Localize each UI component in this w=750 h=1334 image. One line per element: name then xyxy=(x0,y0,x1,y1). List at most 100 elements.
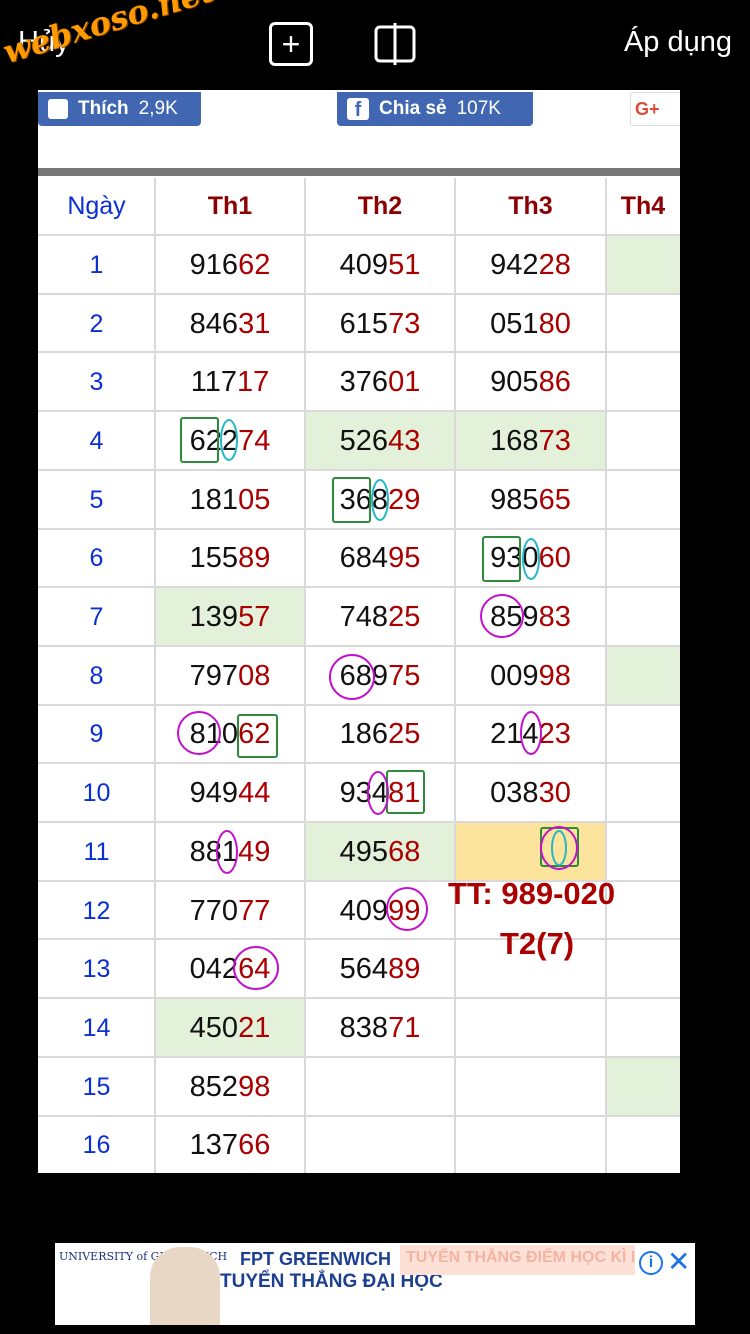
day-number: 1 xyxy=(89,250,104,279)
result-suffix: 73 xyxy=(388,307,421,340)
result-prefix: 810 xyxy=(189,718,239,751)
like-button[interactable]: Thích 2,9K xyxy=(38,92,201,126)
result-cell: 916 62 xyxy=(155,236,305,295)
result-suffix: 25 xyxy=(388,601,421,634)
row-divider xyxy=(38,586,680,589)
result-prefix: 450 xyxy=(189,1011,239,1044)
result-prefix: 368 xyxy=(339,483,389,516)
day-number: 16 xyxy=(82,1131,111,1160)
result-cell: 985 65 xyxy=(455,471,606,530)
result-cell: 450 21 xyxy=(155,999,305,1058)
result-cell xyxy=(455,1117,606,1174)
result-cell: 810 62 xyxy=(155,706,305,765)
result-cell: 368 29 xyxy=(305,471,455,530)
result-cell: 117 17 xyxy=(155,353,305,412)
row-divider xyxy=(38,703,680,706)
plus-box-icon[interactable]: + xyxy=(269,22,313,66)
result-suffix: 29 xyxy=(388,483,421,516)
result-prefix: 881 xyxy=(189,835,239,868)
result-prefix: 770 xyxy=(189,894,239,927)
row-divider xyxy=(38,997,680,1000)
result-prefix: 495 xyxy=(339,835,389,868)
column-divider xyxy=(605,178,607,1173)
result-prefix: 859 xyxy=(490,601,539,634)
header-th3: Th3 xyxy=(508,191,553,220)
split-view-icon[interactable] xyxy=(373,22,417,66)
result-suffix: 83 xyxy=(538,601,571,634)
row-divider xyxy=(38,938,680,941)
result-cell: 526 43 xyxy=(305,412,455,471)
result-cell: 942 28 xyxy=(455,236,606,295)
result-cell: 137 66 xyxy=(155,1117,305,1174)
result-prefix: 905 xyxy=(490,366,539,399)
result-suffix: 23 xyxy=(538,718,571,751)
highlight-cell xyxy=(606,236,680,295)
result-suffix: 57 xyxy=(238,601,271,634)
result-suffix: 49 xyxy=(238,835,271,868)
result-cell: 181 05 xyxy=(155,471,305,530)
result-suffix: 80 xyxy=(538,307,571,340)
header-ngày: Ngày xyxy=(67,191,126,220)
result-suffix: 05 xyxy=(238,483,271,516)
result-prefix: 622 xyxy=(189,424,239,457)
result-cell xyxy=(305,1058,455,1117)
row-divider xyxy=(38,234,680,236)
google-plus-button[interactable]: G+ xyxy=(630,92,680,126)
facebook-icon: f xyxy=(347,98,369,121)
result-cell xyxy=(455,1058,606,1117)
result-cell: 684 95 xyxy=(305,530,455,589)
result-suffix: 98 xyxy=(238,1070,271,1103)
share-button[interactable]: f Chia sẻ 107K xyxy=(337,92,533,126)
ad-cta[interactable]: TUYỂN THẲNG ĐIỂM HỌC KÌ I LỚP 12 > xyxy=(400,1245,635,1275)
result-suffix: 44 xyxy=(238,777,271,810)
result-prefix: 797 xyxy=(189,659,239,692)
row-divider xyxy=(38,821,680,823)
close-icon[interactable]: ✕ xyxy=(667,1245,690,1278)
row-divider xyxy=(38,527,680,530)
header-th1: Th1 xyxy=(207,191,253,220)
result-suffix: 89 xyxy=(388,953,421,986)
share-label: Chia sẻ xyxy=(379,98,447,119)
result-cell: 615 73 xyxy=(305,295,455,354)
day-number: 10 xyxy=(82,779,111,808)
result-cell: 409 99 xyxy=(305,882,455,941)
result-suffix: 74 xyxy=(238,424,271,457)
result-cell: 949 44 xyxy=(155,764,305,823)
result-cell xyxy=(455,999,606,1058)
result-suffix: 62 xyxy=(238,718,271,751)
day-number: 2 xyxy=(89,309,104,338)
result-prefix: 409 xyxy=(339,894,389,927)
result-cell xyxy=(305,1117,455,1174)
column-divider xyxy=(304,178,306,1173)
result-prefix: 748 xyxy=(339,601,389,634)
result-suffix: 51 xyxy=(388,248,421,281)
result-cell: 051 80 xyxy=(455,295,606,354)
thumbs-up-icon xyxy=(48,99,68,119)
result-prefix: 684 xyxy=(339,542,389,575)
result-suffix: 68 xyxy=(388,835,421,868)
result-prefix: 846 xyxy=(189,307,239,340)
result-cell: 495 68 xyxy=(305,823,455,882)
result-cell: 748 25 xyxy=(305,588,455,647)
result-cell xyxy=(455,823,606,882)
row-divider xyxy=(38,292,680,295)
result-cell: 409 51 xyxy=(305,236,455,295)
ad-banner[interactable]: UNIVERSITY of GREENWICH FPT GREENWICH TU… xyxy=(55,1243,695,1325)
result-prefix: 139 xyxy=(189,601,239,634)
result-prefix: 214 xyxy=(490,718,539,751)
result-prefix: 186 xyxy=(339,718,389,751)
day-number: 11 xyxy=(83,837,110,866)
result-suffix: 95 xyxy=(388,542,421,575)
apply-button[interactable]: Áp dụng xyxy=(624,26,732,59)
result-prefix: 168 xyxy=(490,424,539,457)
result-suffix: 21 xyxy=(238,1011,271,1044)
column-divider xyxy=(154,178,156,1173)
result-suffix: 75 xyxy=(388,659,421,692)
info-icon[interactable]: i xyxy=(639,1251,663,1275)
day-number: 14 xyxy=(82,1013,111,1042)
row-divider xyxy=(38,1055,680,1058)
day-number: 15 xyxy=(82,1072,111,1101)
result-suffix: 65 xyxy=(538,483,571,516)
result-prefix: 942 xyxy=(490,248,539,281)
result-suffix: 25 xyxy=(388,718,421,751)
